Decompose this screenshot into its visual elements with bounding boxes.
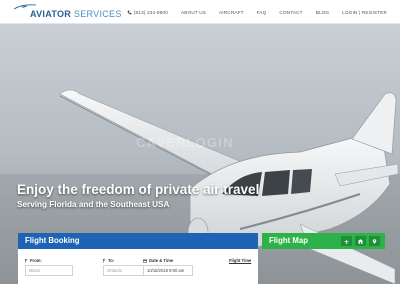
nav-phone-label: (813) 234-8800 [133,9,169,15]
hero-title: Enjoy the freedom of private air travel [17,182,260,197]
map-location-button[interactable] [369,236,380,246]
logo-primary-text: AVIATOR [30,9,72,19]
from-label-text: From: [30,258,42,263]
nav-login-register[interactable]: LOGIN | REGISTER [342,10,387,15]
flight-booking-panel: Flight Booking From: Miami To: Orlando D… [18,233,258,284]
hero-subtitle: Serving Florida and the Southeast USA [17,200,170,209]
building-icon [358,238,363,244]
calendar-icon [143,259,147,263]
map-building-button[interactable] [355,236,366,246]
nav-faq[interactable]: FAQ [257,10,267,15]
datetime-label: Date & Time [143,258,193,263]
datetime-input[interactable]: 10/18/2018 9:00 am [143,265,193,276]
logo-secondary-text: SERVICES [71,9,122,19]
map-plane-button[interactable] [341,236,352,246]
flag-icon [103,258,106,263]
nav-about-us[interactable]: ABOUT US [181,10,206,15]
main-nav: (813) 234-8800 ABOUT US AIRCRAFT FAQ CON… [127,0,387,24]
logo-text: AVIATOR SERVICES [30,9,122,19]
image-watermark: CAVERLOGIN [136,135,234,150]
from-field: From: Miami [25,258,73,276]
nav-phone[interactable]: (813) 234-8800 [127,10,168,15]
from-input[interactable]: Miami [25,265,73,276]
flight-map-panel: Flight Map [262,233,385,249]
flight-time-link[interactable]: Flight Time [229,258,251,263]
map-controls [341,236,380,246]
datetime-label-text: Date & Time [149,258,174,263]
nav-aircraft[interactable]: AIRCRAFT [219,10,244,15]
phone-icon [127,10,132,14]
nav-blog[interactable]: BLOG [316,10,330,15]
datetime-field: Date & Time 10/18/2018 9:00 am [143,258,193,276]
flight-map-title: Flight Map [269,236,308,245]
flag-icon [25,258,28,263]
to-label-text: To: [108,258,115,263]
nav-contact[interactable]: CONTACT [279,10,302,15]
location-pin-icon [372,238,377,244]
flight-booking-title: Flight Booking [18,233,258,249]
site-header: AVIATOR SERVICES (813) 234-8800 ABOUT US… [0,0,400,24]
plane-icon [344,238,349,244]
from-label: From: [25,258,73,263]
